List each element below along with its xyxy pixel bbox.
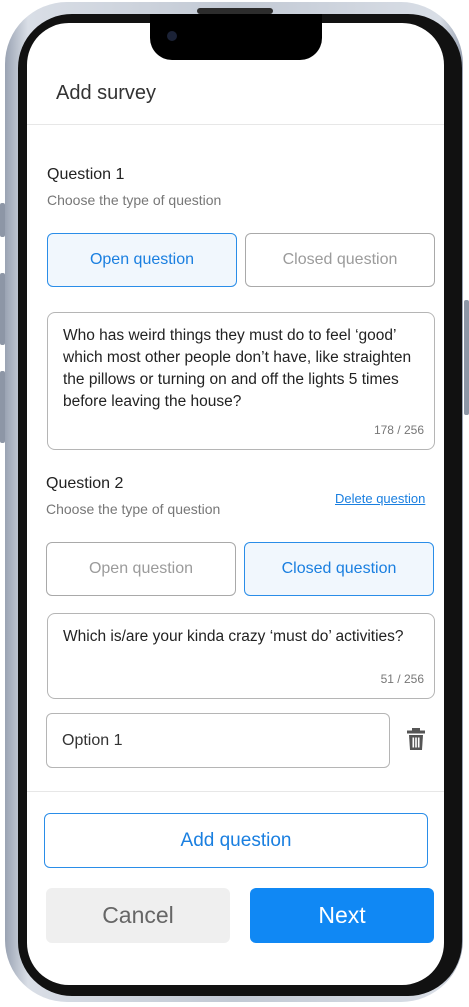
q1-question-textarea[interactable]: Who has weird things they must do to fee… bbox=[47, 312, 435, 450]
q1-closed-question-button[interactable]: Closed question bbox=[245, 233, 435, 287]
q2-open-question-button[interactable]: Open question bbox=[46, 542, 236, 596]
q2-char-counter: 51 / 256 bbox=[380, 672, 424, 686]
delete-question-link[interactable]: Delete question bbox=[335, 491, 425, 506]
next-button[interactable]: Next bbox=[250, 888, 434, 943]
page-title: Add survey bbox=[56, 82, 157, 104]
trash-icon[interactable] bbox=[405, 727, 427, 751]
footer-divider bbox=[27, 791, 444, 792]
header-divider bbox=[27, 124, 444, 125]
option-1-input[interactable]: Option 1 bbox=[46, 713, 390, 768]
question-1-subtitle: Choose the type of question bbox=[47, 192, 222, 208]
side-button bbox=[0, 203, 5, 237]
q2-closed-question-button[interactable]: Closed question bbox=[244, 542, 434, 596]
q2-question-text: Which is/are your kinda crazy ‘must do’ … bbox=[63, 628, 404, 645]
power-button bbox=[464, 300, 469, 415]
q1-question-text: Who has weird things they must do to fee… bbox=[63, 327, 412, 410]
option-1-placeholder: Option 1 bbox=[62, 731, 123, 749]
speaker-grille bbox=[197, 8, 273, 14]
question-2-label: Question 2 bbox=[46, 475, 124, 492]
add-question-button[interactable]: Add question bbox=[44, 813, 428, 868]
question-2-subtitle: Choose the type of question bbox=[46, 501, 221, 517]
cancel-button[interactable]: Cancel bbox=[46, 888, 230, 943]
camera-icon bbox=[167, 31, 177, 41]
q1-char-counter: 178 / 256 bbox=[373, 423, 424, 437]
volume-down-button bbox=[0, 371, 5, 443]
question-1-label: Question 1 bbox=[47, 166, 125, 183]
volume-up-button bbox=[0, 273, 5, 345]
q2-question-textarea[interactable]: Which is/are your kinda crazy ‘must do’ … bbox=[47, 613, 435, 699]
q1-open-question-button[interactable]: Open question bbox=[47, 233, 237, 287]
